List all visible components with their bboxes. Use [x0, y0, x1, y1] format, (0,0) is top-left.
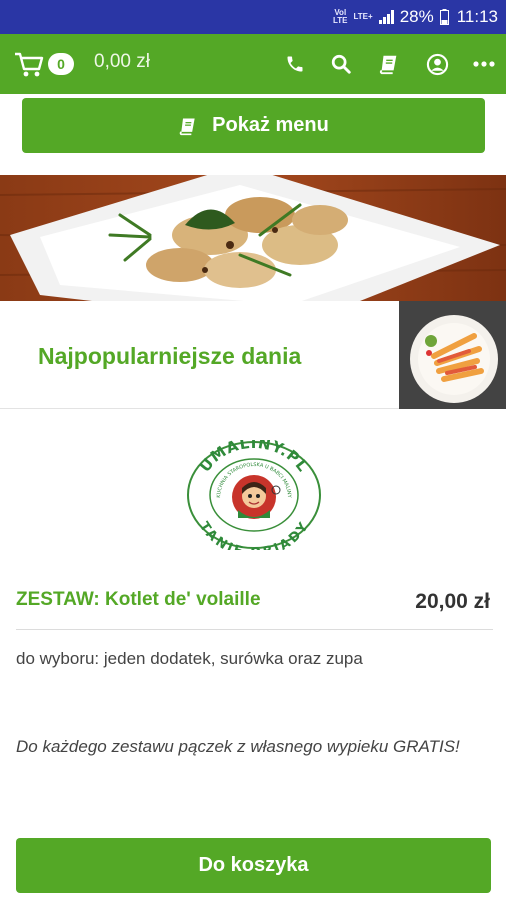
popular-dishes-title: Najpopularniejsze dania — [38, 343, 302, 369]
cart-icon[interactable] — [14, 49, 44, 79]
more-icon[interactable] — [472, 52, 496, 76]
popular-dish-thumbnail — [399, 301, 506, 409]
search-icon[interactable] — [329, 52, 353, 76]
status-icons: Vol LTE LTE+ 28% 11:13 — [333, 0, 498, 34]
app-bar: 0 0,00 zł — [0, 34, 506, 94]
signal-icon — [378, 10, 394, 24]
book-icon[interactable] — [377, 52, 401, 76]
product-note: Do każdego zestawu pączek z własnego wyp… — [16, 737, 460, 756]
cart-count-badge[interactable]: 0 — [48, 53, 74, 75]
book-icon — [179, 118, 195, 135]
product-price: 20,00 zł — [415, 590, 490, 613]
product-title: ZESTAW: Kotlet de' volaille — [16, 589, 261, 610]
divider — [16, 629, 493, 630]
volte-indicator: Vol LTE — [332, 8, 348, 25]
clock: 11:13 — [456, 7, 498, 26]
account-icon[interactable] — [425, 52, 449, 76]
show-menu-label: Pokaż menu — [212, 114, 329, 136]
battery-icon — [439, 9, 449, 25]
battery-percent: 28% — [399, 7, 434, 26]
add-to-cart-button[interactable]: Do koszyka — [16, 838, 491, 893]
cart-total: 0,00 zł — [94, 51, 150, 72]
popular-dishes-banner[interactable]: Najpopularniejsze dania — [0, 301, 506, 409]
lte-indicator: LTE+ — [353, 12, 373, 21]
product-description: do wyboru: jeden dodatek, surówka oraz z… — [16, 649, 363, 668]
restaurant-logo: UMALINY.PL TANIE OBIADY KUCHNIA STAROPOL… — [186, 434, 322, 561]
hero-food-image — [0, 175, 506, 301]
phone-icon[interactable] — [283, 52, 307, 76]
status-bar: Vol LTE LTE+ 28% 11:13 — [0, 0, 506, 34]
show-menu-button[interactable]: Pokaż menu — [22, 98, 485, 153]
